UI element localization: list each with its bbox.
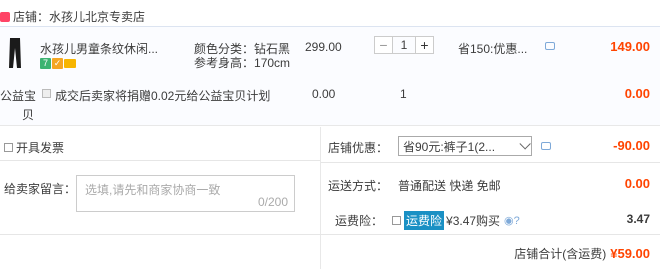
- invoice-checkbox[interactable]: [4, 143, 13, 152]
- invoice-option[interactable]: 开具发票: [4, 139, 64, 156]
- right-divider: [321, 162, 660, 163]
- sku-height: 参考身高：170cm: [194, 54, 290, 71]
- message-placeholder: 选填,请先和商家协商一致: [85, 183, 221, 197]
- guarantee-icon: ✓: [52, 58, 63, 69]
- help-icon[interactable]: ◉?: [504, 214, 520, 227]
- shop-discount-select[interactable]: 省90元:裤子1(2...: [398, 136, 532, 156]
- insurance-badge: 运费险: [404, 211, 445, 230]
- shop-name-link[interactable]: 水孩儿北京专卖店: [49, 8, 145, 25]
- charity-name-line2: 贝: [22, 108, 35, 122]
- credit-card-icon: [64, 59, 76, 68]
- sku-height-label: 参考身高：: [194, 56, 255, 70]
- left-divider: [0, 160, 320, 161]
- promo-chat-icon[interactable]: [545, 42, 555, 50]
- insurance-price: ¥3.47购买: [446, 214, 501, 228]
- bottom-divider: [0, 234, 660, 235]
- shipping-amount: 0.00: [624, 176, 650, 191]
- qty-input[interactable]: 1: [393, 36, 415, 54]
- sku-height-value: 170cm: [254, 56, 291, 70]
- message-label: 给卖家留言：: [4, 182, 77, 196]
- item-promo: 省150:优惠...: [458, 42, 528, 56]
- shop-discount-amount: -90.00: [613, 138, 650, 153]
- charity-name-line1: 公益宝: [0, 89, 37, 103]
- charity-text: 成交后卖家将捐赠0.02元给公益宝贝计划: [55, 89, 271, 103]
- shop-icon: [0, 12, 10, 22]
- insurance-amount: 3.47: [626, 212, 650, 226]
- insurance-checkbox[interactable]: [392, 216, 401, 225]
- section-divider: [320, 127, 321, 269]
- discount-chat-icon[interactable]: [541, 142, 551, 150]
- chevron-down-icon: [519, 138, 531, 150]
- charity-qty: 1: [400, 87, 407, 101]
- shop-total-amount: ¥59.00: [610, 246, 650, 261]
- qty-minus-button[interactable]: −: [374, 36, 393, 54]
- insurance-label: 运费险：: [335, 214, 384, 228]
- message-counter: 0/200: [257, 195, 288, 209]
- quantity-stepper: − 1 +: [374, 36, 434, 54]
- charity-subtotal: 0.00: [624, 86, 650, 101]
- shop-label: 店铺：: [13, 9, 50, 24]
- shop-total: 店铺合计(含运费) ¥59.00: [514, 245, 650, 262]
- qty-plus-button[interactable]: +: [415, 36, 434, 54]
- message-textarea[interactable]: 选填,请先和商家协商一致 0/200: [76, 175, 295, 212]
- unit-price: 299.00: [305, 40, 342, 54]
- shop-total-label: 店铺合计(含运费): [514, 247, 607, 261]
- shop-discount-label: 店铺优惠：: [328, 141, 389, 155]
- shop-header: 店铺： 水孩儿北京专卖店: [0, 8, 145, 24]
- service-tags: 7 ✓: [40, 58, 76, 69]
- charity-checkbox: [42, 89, 51, 98]
- shop-discount-selected: 省90元:裤子1(2...: [403, 139, 496, 154]
- product-title-link[interactable]: 水孩儿男童条纹休闲...: [40, 40, 165, 57]
- charity-price: 0.00: [312, 87, 336, 101]
- item-subtotal: 149.00: [610, 39, 650, 54]
- insurance-option[interactable]: 运费险 ¥3.47购买 ◉?: [392, 211, 520, 230]
- invoice-label: 开具发票: [16, 141, 65, 155]
- shipping-method: 普通配送 快递 免邮: [398, 179, 501, 193]
- seven-day-return-icon: 7: [40, 58, 51, 69]
- shipping-label: 运送方式：: [328, 179, 389, 193]
- product-thumbnail[interactable]: [8, 38, 22, 68]
